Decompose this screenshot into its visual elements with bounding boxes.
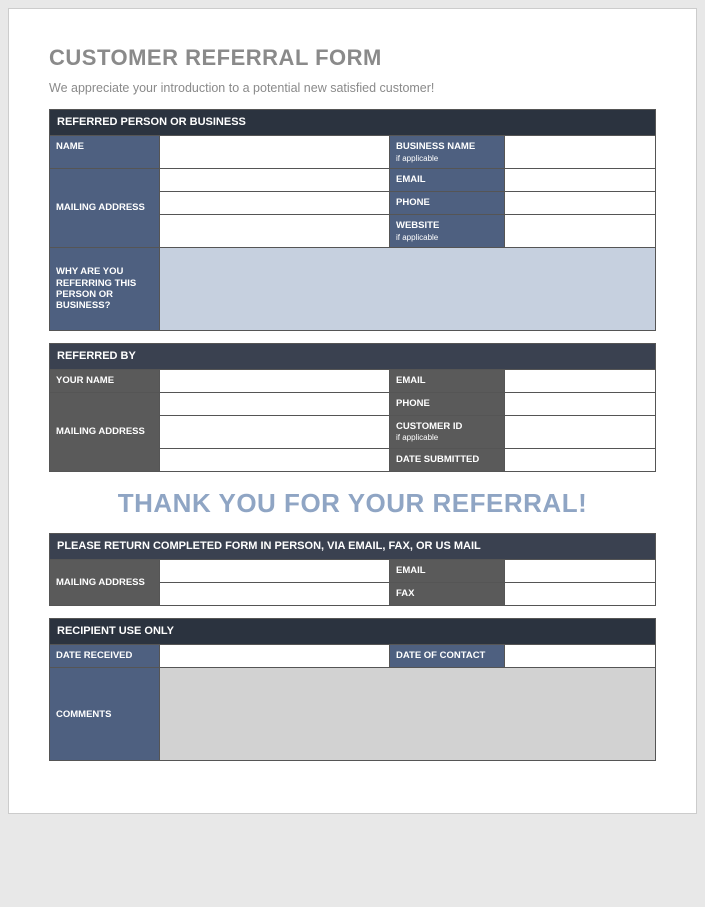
s2-cust-input[interactable] xyxy=(505,416,655,438)
s2-mailing-label: MAILING ADDRESS xyxy=(50,421,159,442)
s2-name-label: YOUR NAME xyxy=(50,370,159,391)
s3-email-label: EMAIL xyxy=(390,560,504,581)
s1-mailing3-input[interactable] xyxy=(160,215,389,237)
s4-header: RECIPIENT USE ONLY xyxy=(50,619,655,644)
s1-email-input[interactable] xyxy=(505,169,655,191)
s2-date-input[interactable] xyxy=(505,449,655,471)
s4-contact-input[interactable] xyxy=(505,645,655,667)
s2-phone-input[interactable] xyxy=(505,393,655,415)
s4-comments-input[interactable] xyxy=(160,668,655,760)
s4-recv-input[interactable] xyxy=(160,645,389,667)
s1-mailing-label: MAILING ADDRESS xyxy=(50,197,159,218)
s1-phone-label: PHONE xyxy=(390,192,504,213)
s1-biz-input[interactable] xyxy=(505,136,655,158)
s1-biz-label: BUSINESS NAMEif applicable xyxy=(390,136,504,168)
s1-name-label: NAME xyxy=(50,136,159,157)
s4-recv-label: DATE RECEIVED xyxy=(50,645,159,666)
s1-web-label: WEBSITEif applicable xyxy=(390,215,504,247)
section-recipient-use: RECIPIENT USE ONLY DATE RECEIVED DATE OF… xyxy=(49,618,656,761)
s1-phone-input[interactable] xyxy=(505,192,655,214)
referral-form-page: CUSTOMER REFERRAL FORM We appreciate you… xyxy=(8,8,697,814)
s3-email-input[interactable] xyxy=(505,560,655,582)
page-subtitle: We appreciate your introduction to a pot… xyxy=(49,81,656,95)
s3-mailing-label: MAILING ADDRESS xyxy=(50,572,159,593)
page-title: CUSTOMER REFERRAL FORM xyxy=(49,45,656,71)
s1-name-input[interactable] xyxy=(160,136,389,158)
s2-mailing1-input[interactable] xyxy=(160,393,389,415)
s3-fax-label: FAX xyxy=(390,583,504,604)
s2-email-input[interactable] xyxy=(505,370,655,392)
s1-mailing2-input[interactable] xyxy=(160,192,389,214)
s1-header: REFERRED PERSON OR BUSINESS xyxy=(50,110,655,135)
section-referred-by: REFERRED BY YOUR NAME EMAIL MAILING ADDR… xyxy=(49,343,656,472)
s1-mailing1-input[interactable] xyxy=(160,169,389,191)
s4-comments-label: COMMENTS xyxy=(50,673,159,756)
s3-header: PLEASE RETURN COMPLETED FORM IN PERSON, … xyxy=(50,534,655,559)
s2-mailing3-input[interactable] xyxy=(160,449,389,471)
thank-you-heading: THANK YOU FOR YOUR REFERRAL! xyxy=(49,488,656,519)
section-referred-person: REFERRED PERSON OR BUSINESS NAME BUSINES… xyxy=(49,109,656,331)
s2-phone-label: PHONE xyxy=(390,393,504,414)
s2-name-input[interactable] xyxy=(160,370,389,392)
s2-header: REFERRED BY xyxy=(50,344,655,369)
s3-fax-input[interactable] xyxy=(505,583,655,605)
s2-date-label: DATE SUBMITTED xyxy=(390,449,504,470)
section-return-instructions: PLEASE RETURN COMPLETED FORM IN PERSON, … xyxy=(49,533,656,606)
s3-mailing1-input[interactable] xyxy=(160,560,389,582)
s4-contact-label: DATE OF CONTACT xyxy=(390,645,504,666)
s2-cust-label: CUSTOMER IDif applicable xyxy=(390,416,504,448)
s1-email-label: EMAIL xyxy=(390,169,504,190)
s1-web-input[interactable] xyxy=(505,215,655,237)
s2-mailing2-input[interactable] xyxy=(160,416,389,438)
s1-reason-label: WHY ARE YOU REFERRING THIS PERSON OR BUS… xyxy=(50,248,159,330)
s1-reason-input[interactable] xyxy=(160,248,655,318)
s3-mailing2-input[interactable] xyxy=(160,583,389,605)
s2-email-label: EMAIL xyxy=(390,370,504,391)
